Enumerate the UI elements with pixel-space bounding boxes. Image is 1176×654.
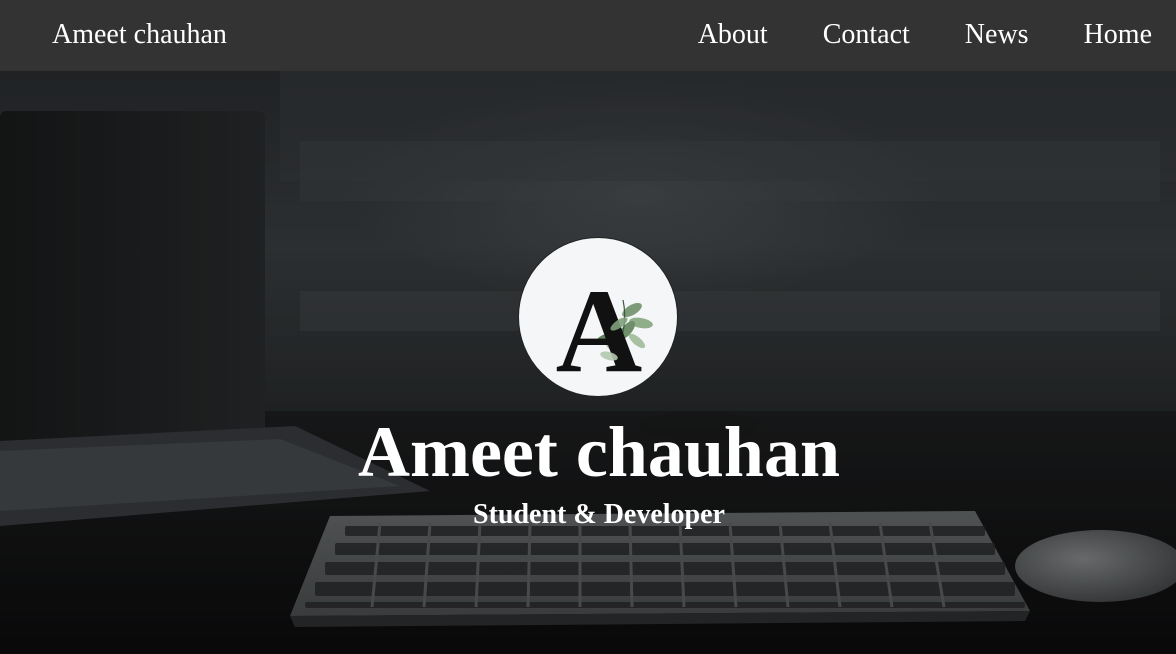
top-navbar: Ameet chauhan About Contact News Home xyxy=(0,0,1176,71)
hero-subtitle: Student & Developer xyxy=(473,499,725,530)
hero-title: Ameet chauhan xyxy=(358,412,840,492)
nav-link-contact[interactable]: Contact xyxy=(823,17,910,53)
nav-link-news[interactable]: News xyxy=(965,17,1029,53)
brand-link[interactable]: Ameet chauhan xyxy=(52,17,227,53)
letter-a-leaf-logo-icon: A xyxy=(518,237,678,397)
svg-text:A: A xyxy=(556,264,643,397)
nav-links: About Contact News Home xyxy=(698,17,1176,53)
nav-link-about[interactable]: About xyxy=(698,17,768,53)
nav-link-home[interactable]: Home xyxy=(1084,17,1152,53)
